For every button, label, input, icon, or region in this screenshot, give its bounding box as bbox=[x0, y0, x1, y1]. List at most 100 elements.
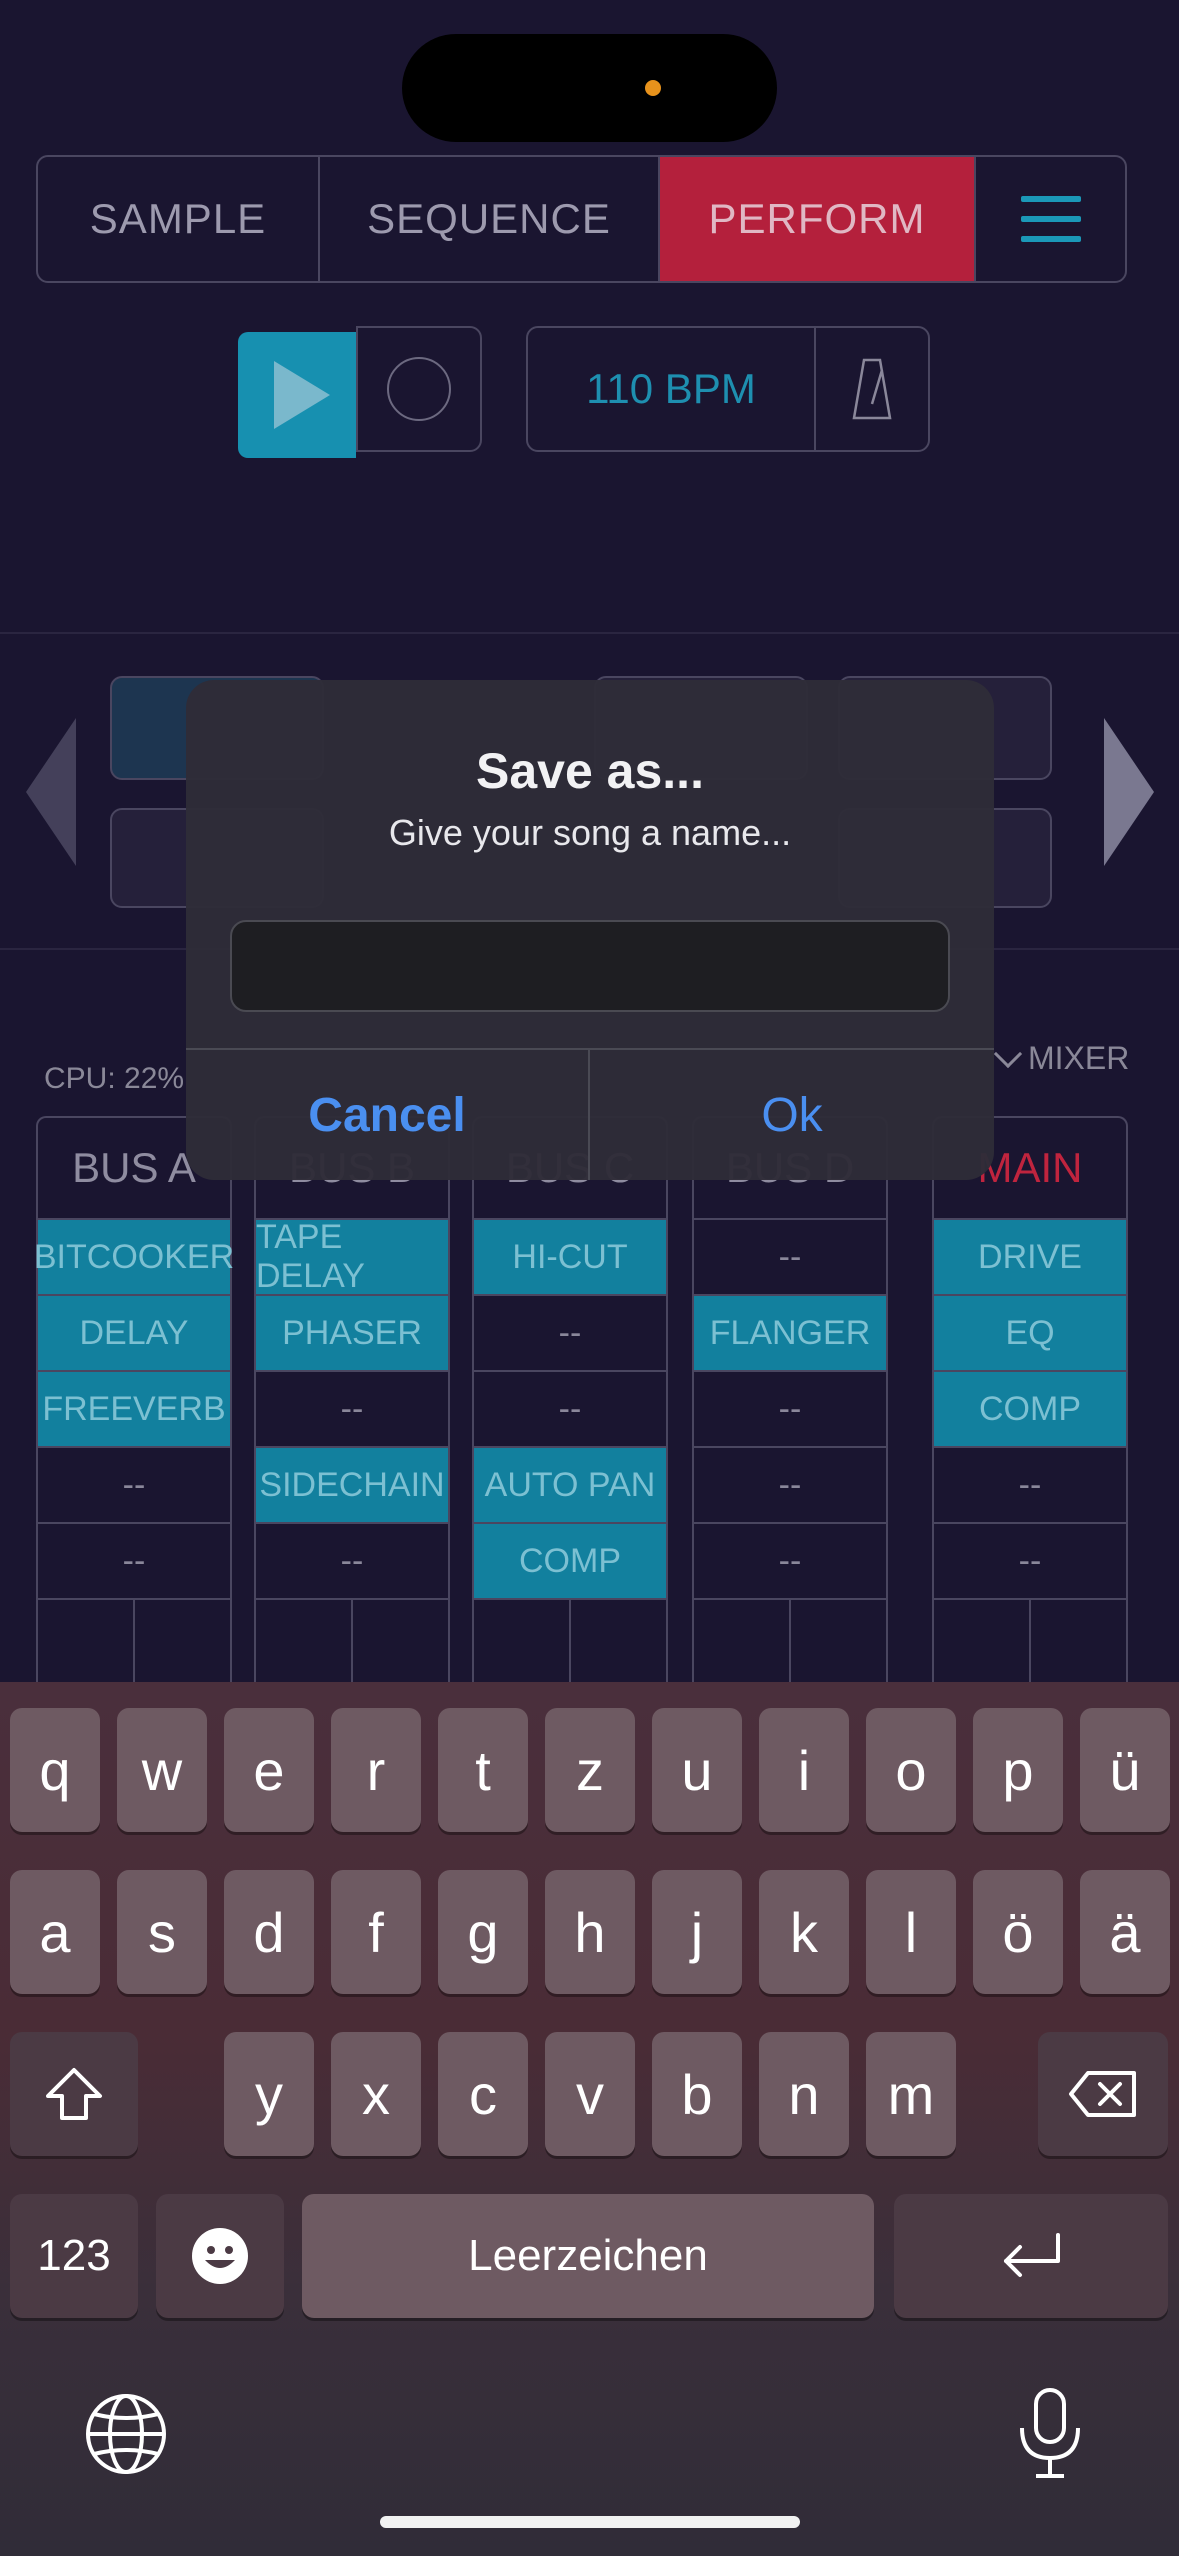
key-q[interactable]: q bbox=[10, 1708, 100, 1832]
key-s[interactable]: s bbox=[117, 1870, 207, 1994]
key-l[interactable]: l bbox=[866, 1870, 956, 1994]
key-v[interactable]: v bbox=[545, 2032, 635, 2156]
key-o[interactable]: o bbox=[866, 1708, 956, 1832]
microphone-icon[interactable] bbox=[1016, 2386, 1084, 2486]
effect-slot[interactable]: -- bbox=[474, 1370, 666, 1446]
effect-slot[interactable]: -- bbox=[256, 1370, 448, 1446]
backspace-icon bbox=[1069, 2071, 1136, 2117]
key-r[interactable]: r bbox=[331, 1708, 421, 1832]
effect-slot[interactable]: -- bbox=[256, 1522, 448, 1598]
globe-icon[interactable] bbox=[84, 2392, 168, 2480]
key-h[interactable]: h bbox=[545, 1870, 635, 1994]
cancel-button[interactable]: Cancel bbox=[186, 1050, 588, 1180]
effect-slot[interactable]: HI-CUT bbox=[474, 1218, 666, 1294]
song-name-input[interactable] bbox=[230, 920, 950, 1012]
effect-slot[interactable]: FLANGER bbox=[694, 1294, 886, 1370]
key-ö[interactable]: ö bbox=[973, 1870, 1063, 1994]
effect-slot[interactable]: -- bbox=[474, 1294, 666, 1370]
effect-slot[interactable]: -- bbox=[934, 1522, 1126, 1598]
tab-sample[interactable]: SAMPLE bbox=[38, 157, 320, 281]
home-indicator[interactable] bbox=[380, 2516, 800, 2528]
key-d[interactable]: d bbox=[224, 1870, 314, 1994]
effect-slot[interactable]: TAPE DELAY bbox=[256, 1218, 448, 1295]
shift-icon bbox=[46, 2068, 102, 2120]
tab-perform[interactable]: PERFORM bbox=[660, 157, 976, 281]
previous-page-arrow-icon[interactable] bbox=[26, 718, 76, 866]
key-a[interactable]: a bbox=[10, 1870, 100, 1994]
key-y[interactable]: y bbox=[224, 2032, 314, 2156]
mode-tabbar: SAMPLE SEQUENCE PERFORM bbox=[36, 155, 1127, 283]
key-c[interactable]: c bbox=[438, 2032, 528, 2156]
delete-key[interactable] bbox=[1038, 2032, 1168, 2156]
divider bbox=[0, 632, 1179, 634]
ok-button[interactable]: Ok bbox=[590, 1050, 994, 1180]
dialog-title: Save as... bbox=[476, 743, 704, 799]
effect-slot[interactable]: -- bbox=[694, 1446, 886, 1522]
key-e[interactable]: e bbox=[224, 1708, 314, 1832]
key-j[interactable]: j bbox=[652, 1870, 742, 1994]
record-button[interactable] bbox=[356, 326, 482, 452]
effect-slot[interactable]: -- bbox=[694, 1522, 886, 1598]
effect-slot[interactable]: EQ bbox=[934, 1294, 1126, 1370]
effect-slot[interactable]: -- bbox=[38, 1446, 230, 1522]
effect-slot[interactable]: DRIVE bbox=[934, 1218, 1126, 1294]
bus-column: BUS BTAPE DELAYPHASER--SIDECHAIN-- bbox=[254, 1116, 450, 1688]
tab-sequence[interactable]: SEQUENCE bbox=[320, 157, 660, 281]
key-w[interactable]: w bbox=[117, 1708, 207, 1832]
key-f[interactable]: f bbox=[331, 1870, 421, 1994]
emoji-icon bbox=[192, 2228, 248, 2284]
bpm-display[interactable]: 110 BPM bbox=[526, 326, 816, 452]
bus-controls[interactable] bbox=[694, 1598, 886, 1688]
key-n[interactable]: n bbox=[759, 2032, 849, 2156]
effect-slot[interactable]: -- bbox=[694, 1370, 886, 1446]
key-i[interactable]: i bbox=[759, 1708, 849, 1832]
play-button[interactable] bbox=[238, 332, 356, 458]
shift-key[interactable] bbox=[10, 2032, 138, 2156]
metronome-icon bbox=[852, 358, 892, 420]
key-k[interactable]: k bbox=[759, 1870, 849, 1994]
dynamic-island bbox=[402, 34, 777, 142]
key-ü[interactable]: ü bbox=[1080, 1708, 1170, 1832]
effect-slot[interactable]: AUTO PAN bbox=[474, 1446, 666, 1522]
return-key[interactable] bbox=[894, 2194, 1168, 2318]
play-icon bbox=[274, 361, 330, 429]
effect-slot[interactable]: COMP bbox=[474, 1522, 666, 1598]
mixer-toggle[interactable]: MIXER bbox=[993, 1039, 1129, 1077]
bus-controls[interactable] bbox=[256, 1598, 448, 1688]
hamburger-menu-icon[interactable] bbox=[976, 157, 1125, 281]
effect-slot[interactable]: PHASER bbox=[256, 1294, 448, 1370]
effect-slot[interactable]: DELAY bbox=[38, 1294, 230, 1370]
cpu-usage: CPU: 22% bbox=[44, 1062, 185, 1095]
metronome-button[interactable] bbox=[814, 326, 930, 452]
effect-slot[interactable]: -- bbox=[38, 1522, 230, 1598]
key-ä[interactable]: ä bbox=[1080, 1870, 1170, 1994]
effect-slot[interactable]: -- bbox=[934, 1446, 1126, 1522]
next-page-arrow-icon[interactable] bbox=[1104, 718, 1154, 866]
key-m[interactable]: m bbox=[866, 2032, 956, 2156]
bus-column: BUS CHI-CUT----AUTO PANCOMP bbox=[472, 1116, 668, 1688]
emoji-key[interactable] bbox=[156, 2194, 284, 2318]
key-z[interactable]: z bbox=[545, 1708, 635, 1832]
key-x[interactable]: x bbox=[331, 2032, 421, 2156]
key-p[interactable]: p bbox=[973, 1708, 1063, 1832]
effect-slot[interactable]: COMP bbox=[934, 1370, 1126, 1446]
effect-slot[interactable]: FREEVERB bbox=[38, 1370, 230, 1446]
effect-slot[interactable]: -- bbox=[694, 1218, 886, 1294]
effect-slot[interactable]: SIDECHAIN bbox=[256, 1446, 448, 1522]
space-key[interactable]: Leerzeichen bbox=[302, 2194, 874, 2318]
key-u[interactable]: u bbox=[652, 1708, 742, 1832]
bus-controls[interactable] bbox=[934, 1598, 1126, 1688]
bus-controls[interactable] bbox=[474, 1598, 666, 1688]
chevron-down-icon bbox=[993, 1039, 1023, 1068]
dialog-message: Give your song a name... bbox=[388, 812, 792, 853]
privacy-indicator-dot bbox=[645, 80, 661, 96]
return-icon bbox=[1004, 2233, 1060, 2277]
numbers-key[interactable]: 123 bbox=[10, 2194, 138, 2318]
key-b[interactable]: b bbox=[652, 2032, 742, 2156]
effect-slot[interactable]: BITCOOKER bbox=[34, 1218, 234, 1294]
record-icon bbox=[387, 357, 451, 421]
key-g[interactable]: g bbox=[438, 1870, 528, 1994]
bus-controls[interactable] bbox=[38, 1598, 230, 1688]
save-as-dialog: Save as... Give your song a name... Canc… bbox=[186, 680, 994, 1180]
key-t[interactable]: t bbox=[438, 1708, 528, 1832]
